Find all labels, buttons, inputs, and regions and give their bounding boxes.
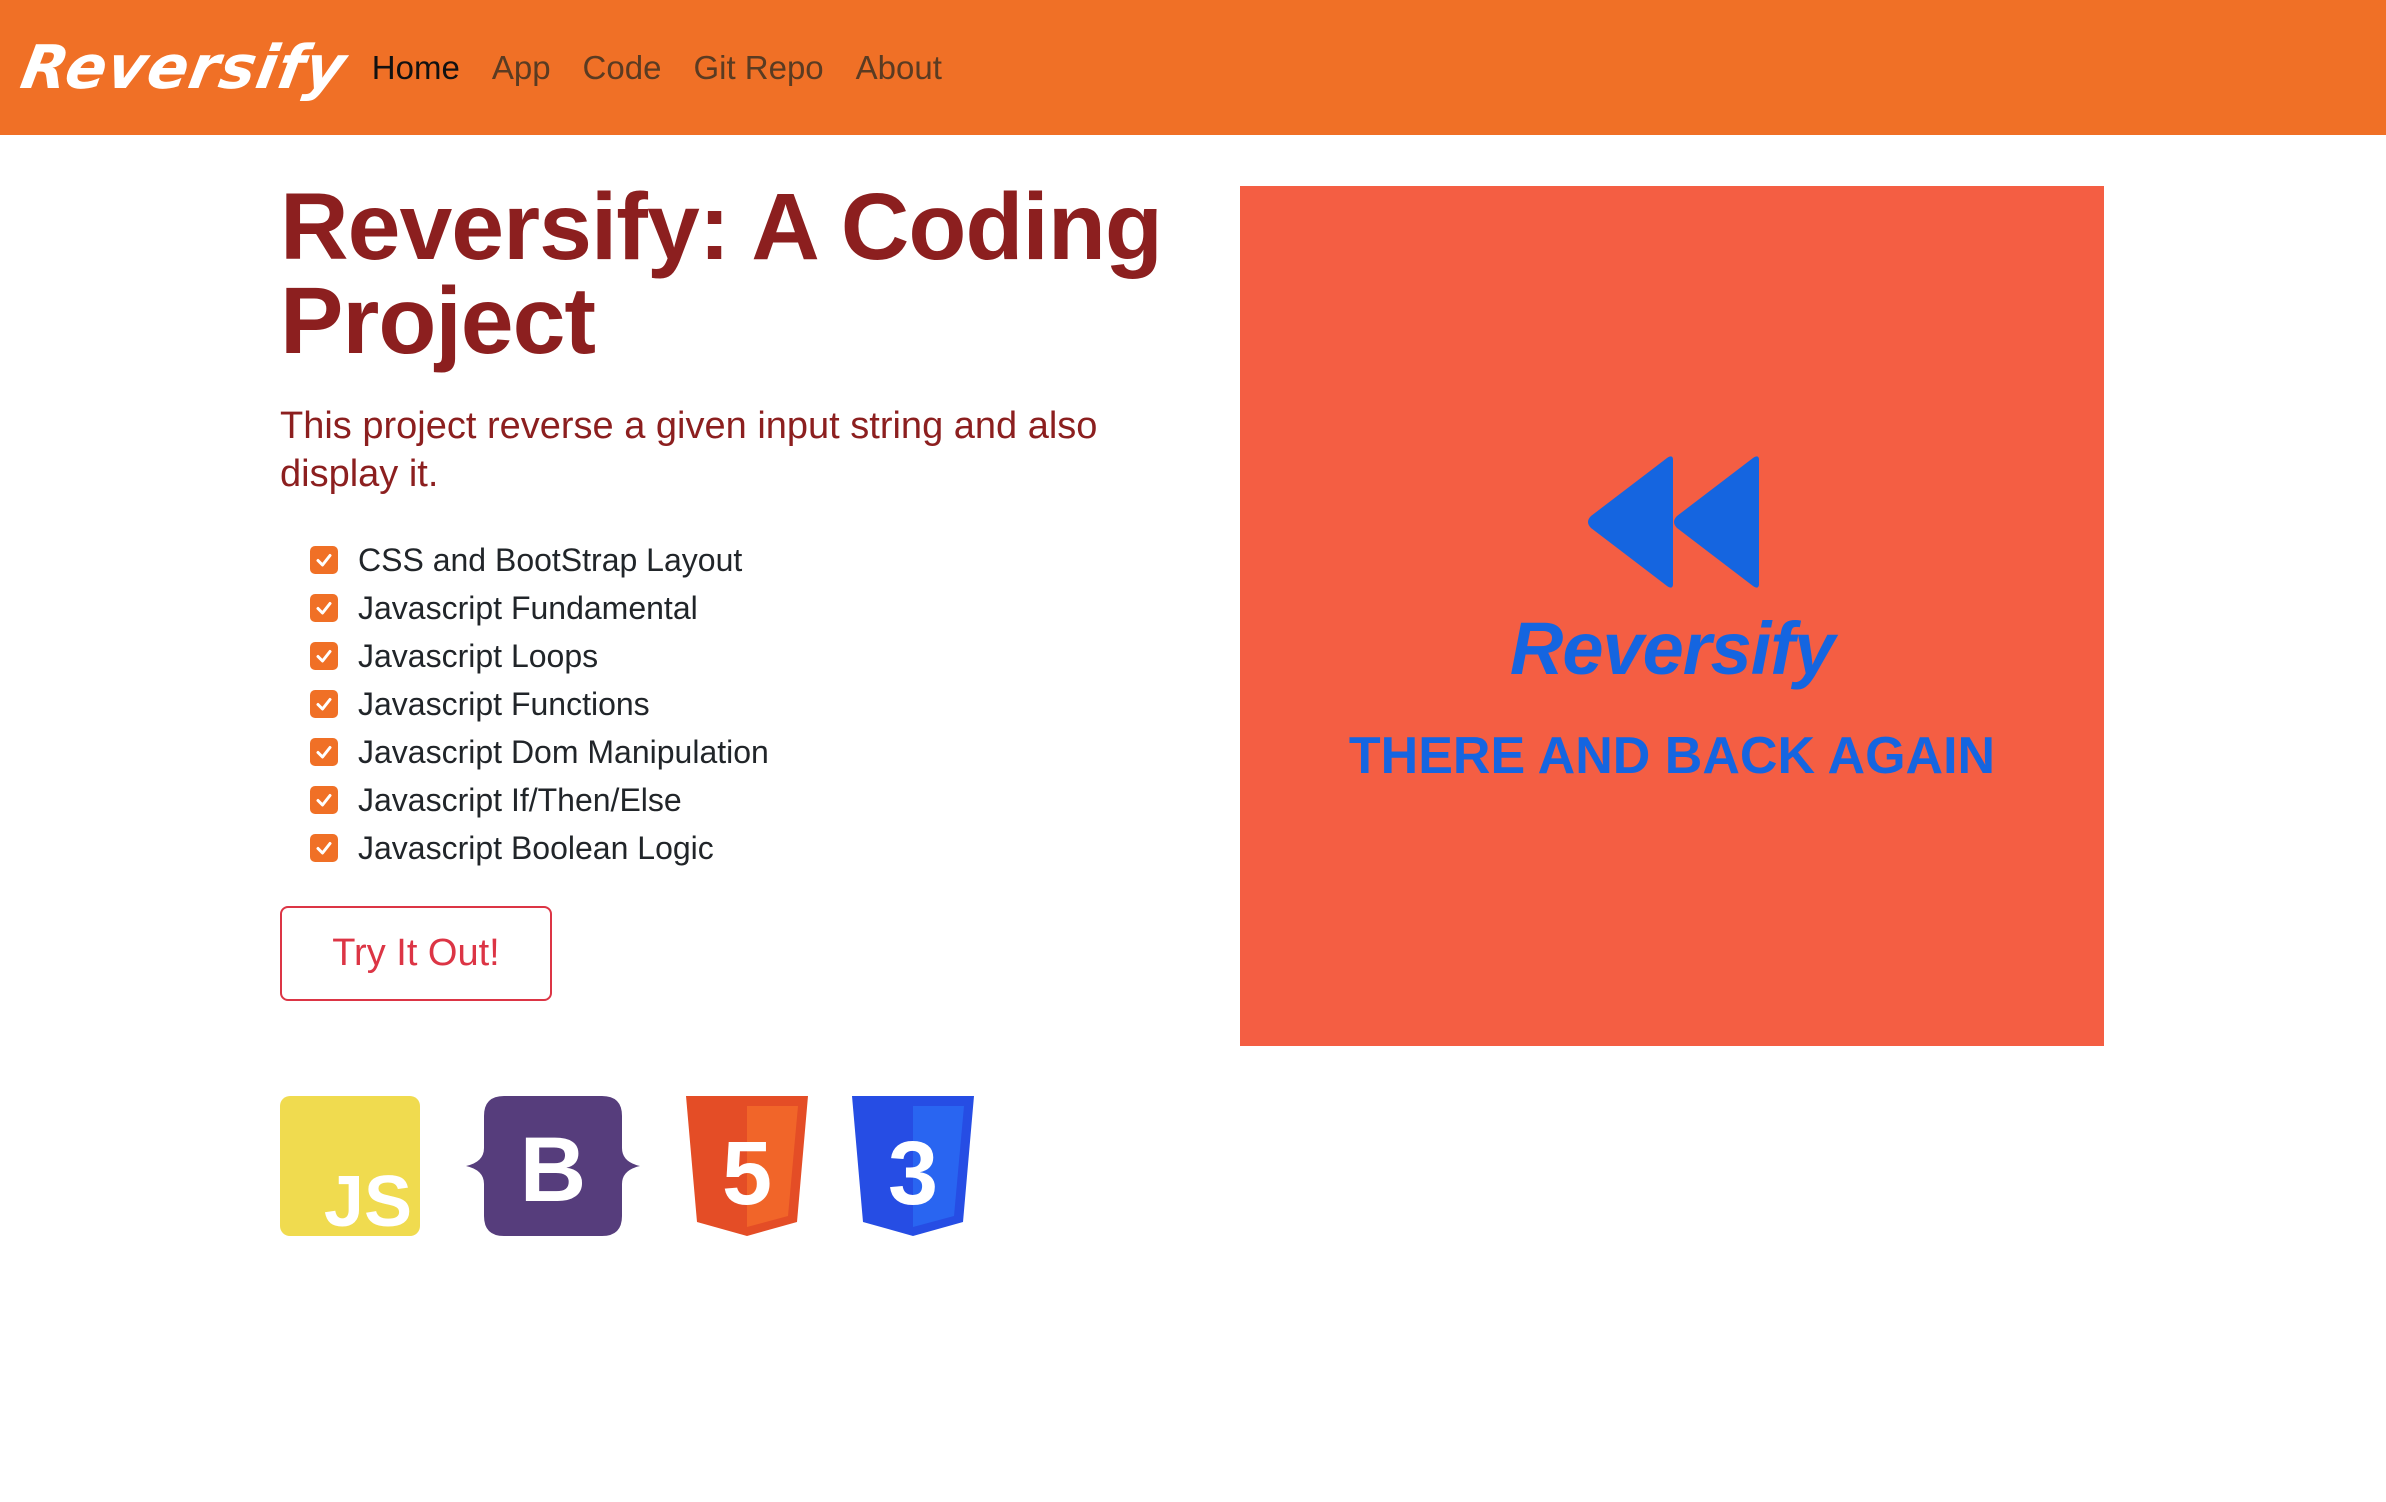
feature-item: CSS and BootStrap Layout [310,536,1180,584]
tech-logos: JS B 5 3 [280,1096,1018,1236]
feature-item: Javascript Functions [310,680,1180,728]
checkbox-icon [310,786,338,814]
checkbox-icon [310,594,338,622]
checkbox-icon [310,690,338,718]
navbar: Reversify Home App Code Git Repo About [0,0,2386,135]
feature-label: Javascript Fundamental [358,589,698,626]
lead-text: This project reverse a given input strin… [280,405,1098,495]
feature-label: Javascript Functions [358,685,650,722]
hero-section: Reversify: A Coding Project This project… [280,180,1180,1001]
feature-label: Javascript Loops [358,637,599,674]
feature-label: CSS and BootStrap Layout [358,541,743,578]
nav-link-code[interactable]: Code [583,49,662,87]
javascript-logo-text: JS [324,1162,412,1236]
image-title: Reversify [1509,607,1835,690]
checkbox-icon [310,546,338,574]
nav-link-home[interactable]: Home [372,49,460,87]
nav-links: Home App Code Git Repo About [372,49,974,87]
html5-icon: 5 [686,1096,808,1236]
checkbox-icon [310,738,338,766]
feature-label: Javascript Boolean Logic [358,829,714,866]
checkbox-icon [310,834,338,862]
image-tagline: THERE AND BACK AGAIN [1348,727,1996,785]
html5-logo-text: 5 [722,1124,772,1224]
hero-image: Reversify THERE AND BACK AGAIN [1240,186,2104,1046]
feature-label: Javascript Dom Manipulation [358,733,769,770]
bootstrap-icon: B [466,1096,640,1236]
brand-logo[interactable]: Reversify [16,33,352,103]
bootstrap-logo-text: B [520,1119,586,1221]
feature-item: Javascript If/Then/Else [310,776,1180,824]
feature-item: Javascript Boolean Logic [310,824,1180,872]
javascript-icon: JS [280,1096,420,1236]
feature-list: CSS and BootStrap Layout Javascript Fund… [310,536,1180,872]
nav-link-about[interactable]: About [856,49,942,87]
page-title: Reversify: A Coding Project [280,174,1163,374]
nav-link-git-repo[interactable]: Git Repo [693,49,823,87]
css3-logo-text: 3 [888,1124,938,1224]
feature-item: Javascript Dom Manipulation [310,728,1180,776]
css3-icon: 3 [852,1096,974,1236]
try-it-out-button[interactable]: Try It Out! [280,906,552,1001]
feature-item: Javascript Loops [310,632,1180,680]
feature-item: Javascript Fundamental [310,584,1180,632]
nav-link-app[interactable]: App [492,49,551,87]
rewind-icon [1588,456,1759,588]
checkbox-icon [310,642,338,670]
feature-label: Javascript If/Then/Else [358,781,682,818]
